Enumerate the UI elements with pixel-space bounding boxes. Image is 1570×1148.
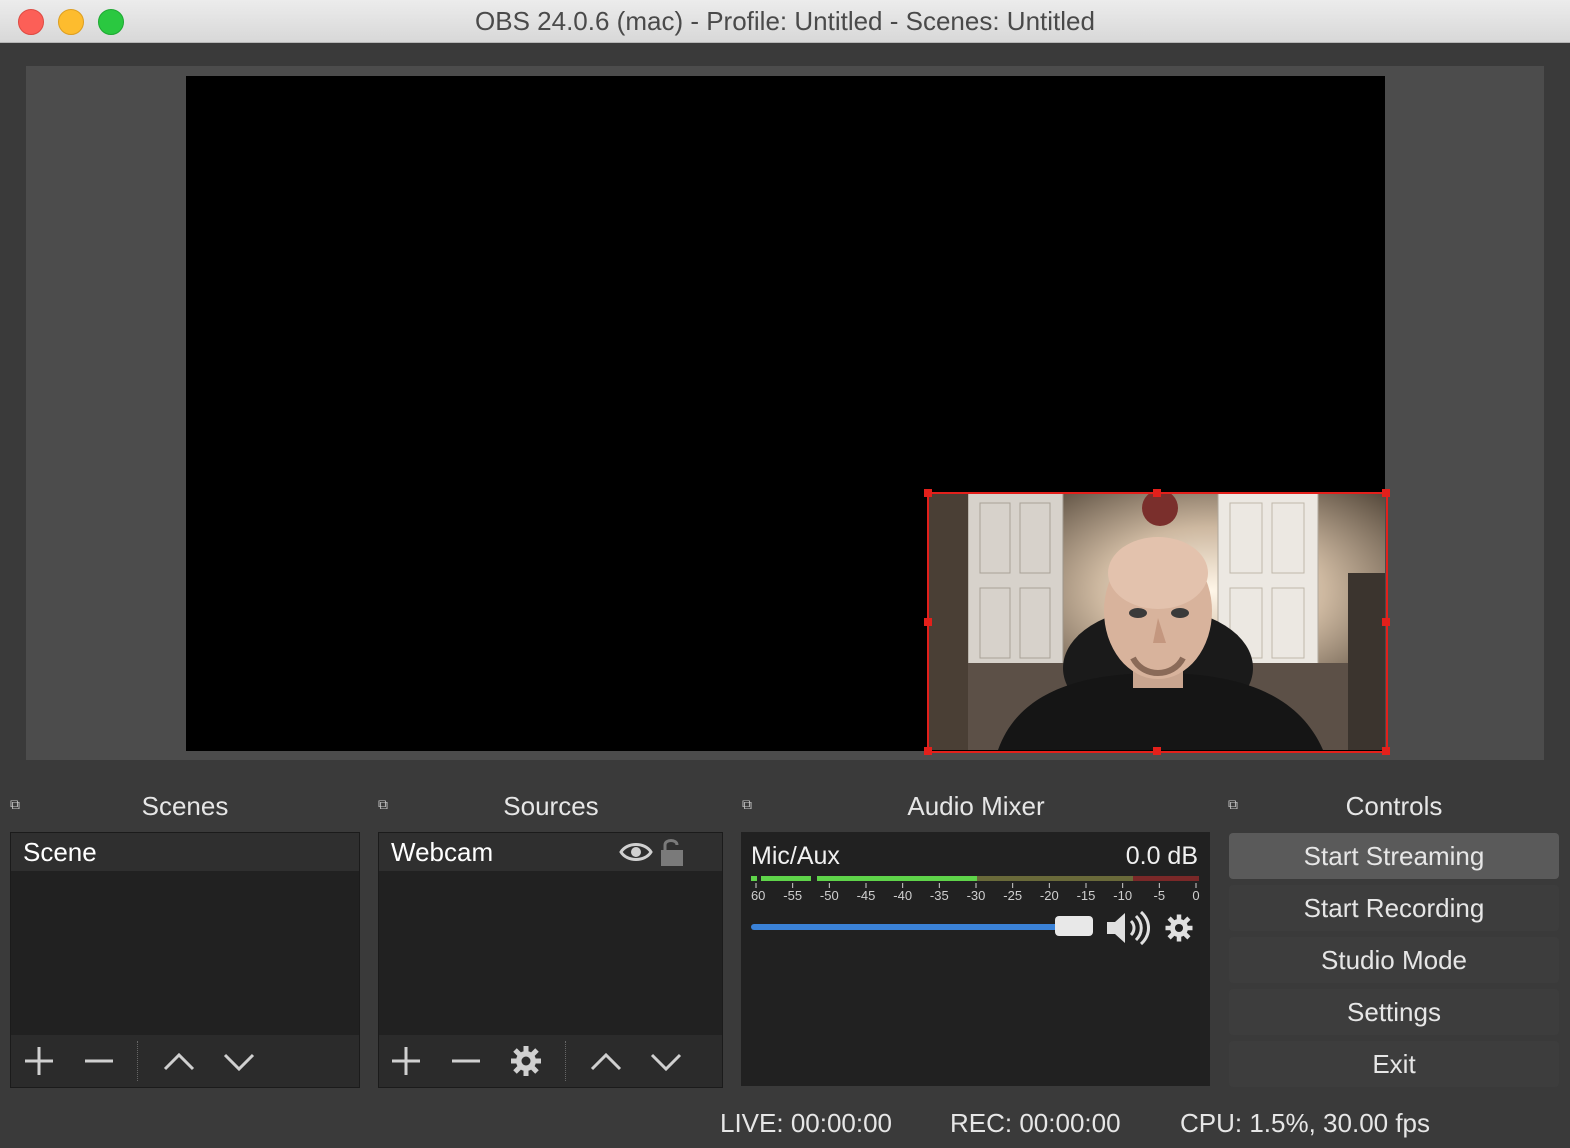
chevron-up-icon xyxy=(163,1052,195,1071)
scenes-panel: Scene xyxy=(10,832,360,1088)
resize-handle-bottom-right[interactable] xyxy=(1382,747,1390,755)
minus-icon xyxy=(85,1059,113,1063)
volume-slider-handle[interactable] xyxy=(1055,916,1093,936)
resize-handle-top[interactable] xyxy=(1153,489,1161,497)
meter-scale-label: -20 xyxy=(1040,888,1059,903)
add-scene-button[interactable] xyxy=(19,1043,59,1079)
controls-dock-header: ⧉ Controls xyxy=(1220,786,1568,826)
settings-button[interactable]: Settings xyxy=(1229,989,1559,1035)
sources-list[interactable] xyxy=(379,871,722,1035)
studio-mode-button[interactable]: Studio Mode xyxy=(1229,937,1559,983)
meter-scale-label: -55 xyxy=(783,888,802,903)
resize-handle-right[interactable] xyxy=(1382,618,1390,626)
live-status: LIVE: 00:00:00 xyxy=(720,1108,893,1138)
meter-scale-label: -10 xyxy=(1113,888,1132,903)
sources-panel: Webcam xyxy=(378,832,723,1088)
meter-scale-label: -50 xyxy=(820,888,839,903)
gear-icon[interactable] xyxy=(1161,910,1197,946)
add-source-button[interactable] xyxy=(386,1043,426,1079)
remove-scene-button[interactable] xyxy=(79,1043,119,1079)
resize-handle-top-right[interactable] xyxy=(1382,489,1390,497)
resize-handle-bottom-left[interactable] xyxy=(924,747,932,755)
scenes-title: Scenes xyxy=(141,791,229,821)
sources-toolbar xyxy=(379,1035,722,1087)
mixer-channel-level: 0.0 dB xyxy=(1125,842,1198,870)
scene-item[interactable]: Scene xyxy=(11,833,359,871)
toolbar-separator xyxy=(137,1041,138,1081)
meter-bar xyxy=(817,876,977,881)
meter-bar-red xyxy=(1133,876,1199,881)
meter-bar-yellow xyxy=(977,876,1133,881)
minus-icon xyxy=(452,1059,480,1063)
chevron-up-icon xyxy=(590,1052,622,1071)
meter-scale-label: -45 xyxy=(857,888,876,903)
mixer-dock-header: ⧉ Audio Mixer xyxy=(734,786,1218,826)
resize-handle-left[interactable] xyxy=(924,618,932,626)
meter-scale-label: 0 xyxy=(1192,888,1199,903)
move-source-up-button[interactable] xyxy=(586,1043,626,1079)
eye-icon[interactable] xyxy=(619,839,653,865)
meter-bar xyxy=(761,876,811,881)
remove-source-button[interactable] xyxy=(446,1043,486,1079)
window-title: OBS 24.0.6 (mac) - Profile: Untitled - S… xyxy=(475,6,1095,36)
chevron-down-icon xyxy=(223,1053,255,1072)
rec-status: REC: 00:00:00 xyxy=(950,1108,1121,1138)
resize-handle-bottom[interactable] xyxy=(1153,747,1161,755)
volume-slider-track[interactable] xyxy=(751,924,1071,930)
title-bar: OBS 24.0.6 (mac) - Profile: Untitled - S… xyxy=(0,0,1570,43)
move-scene-down-button[interactable] xyxy=(219,1043,259,1079)
mixer-channel-name: Mic/Aux xyxy=(751,842,840,870)
scenes-toolbar xyxy=(11,1035,359,1087)
controls-title: Controls xyxy=(1345,791,1443,821)
move-source-down-button[interactable] xyxy=(646,1043,686,1079)
source-item-label: Webcam xyxy=(391,837,494,867)
move-scene-up-button[interactable] xyxy=(159,1043,199,1079)
lock-icon[interactable] xyxy=(659,837,685,867)
plus-icon xyxy=(392,1047,420,1075)
sources-title: Sources xyxy=(503,791,599,821)
scenes-dock-header: ⧉ Scenes xyxy=(2,786,368,826)
meter-scale-label: -35 xyxy=(930,888,949,903)
source-item[interactable]: Webcam xyxy=(379,833,722,871)
meter-scale-label: -40 xyxy=(893,888,912,903)
meter-scale-label: -25 xyxy=(1003,888,1022,903)
start-recording-button[interactable]: Start Recording xyxy=(1229,885,1559,931)
cpu-status: CPU: 1.5%, 30.00 fps xyxy=(1180,1108,1431,1138)
toolbar-separator xyxy=(565,1041,566,1081)
speaker-icon[interactable] xyxy=(1105,910,1151,946)
gear-icon xyxy=(511,1046,541,1076)
scenes-list[interactable] xyxy=(11,871,359,1035)
plus-icon xyxy=(25,1047,53,1075)
meter-scale-label: -5 xyxy=(1154,888,1166,903)
mixer-title: Audio Mixer xyxy=(907,791,1045,821)
meter-scale-label: -60 xyxy=(751,888,765,903)
meter-scale-label: -30 xyxy=(967,888,986,903)
sources-dock-header: ⧉ Sources xyxy=(370,786,732,826)
start-streaming-button[interactable]: Start Streaming xyxy=(1229,833,1559,879)
audio-mixer-panel: Mic/Aux 0.0 dB -60-55-50-45-40-35-30-25-… xyxy=(741,832,1210,1086)
meter-scale-label: -15 xyxy=(1077,888,1096,903)
source-properties-button[interactable] xyxy=(506,1043,546,1079)
exit-button[interactable]: Exit xyxy=(1229,1041,1559,1087)
meter-peak xyxy=(751,876,757,881)
source-selection-box[interactable] xyxy=(927,492,1388,753)
chevron-down-icon xyxy=(650,1053,682,1072)
resize-handle-top-left[interactable] xyxy=(924,489,932,497)
volume-meter: -60-55-50-45-40-35-30-25-20-15-10-50 xyxy=(751,876,1200,903)
